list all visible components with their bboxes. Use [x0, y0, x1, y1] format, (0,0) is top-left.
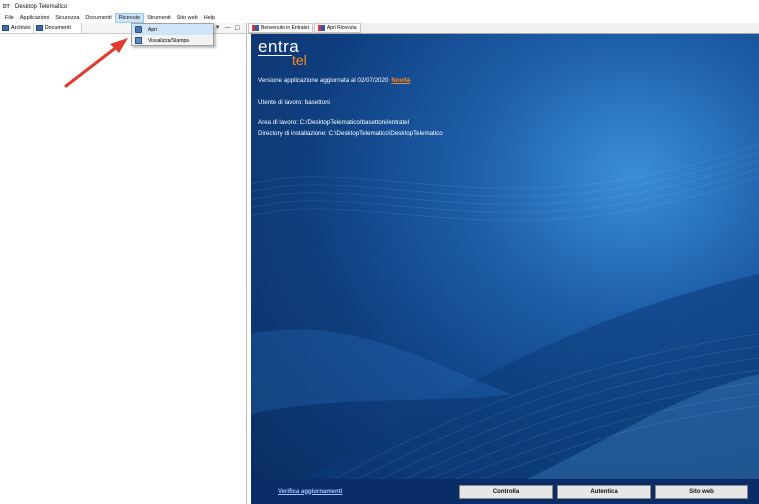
user-text: Utente di lavoro: basettoni [258, 99, 330, 106]
documents-icon [35, 25, 43, 31]
welcome-footer: Verifica aggiornamenti Controlla Autenti… [251, 479, 759, 504]
menu-bar: File Applicazioni Sicurezza Documenti Ri… [0, 13, 759, 23]
verifica-aggiornamenti-link[interactable]: Verifica aggiornamenti [278, 489, 458, 495]
tab-apri-ricevuta[interactable]: Apri Ricevuta [313, 23, 361, 33]
pane-controls: ▼ — ☐ [215, 25, 246, 32]
tab-documenti-label: Documenti [44, 25, 71, 31]
entratel-icon [252, 25, 259, 31]
window-title: Desktop Telematico [15, 3, 68, 10]
welcome-panel: entra tel Versione applicazione aggiorna… [251, 34, 759, 504]
install-dir-text: Directory di installazione: C:\DesktopTe… [258, 130, 443, 137]
menu-documenti[interactable]: Documenti [82, 13, 114, 23]
menu-sicurezza[interactable]: Sicurezza [52, 13, 82, 23]
area-text: Area di lavoro: C:/DesktopTelematico/bas… [258, 119, 409, 126]
version-line: Versione applicazione aggiornata al 02/0… [258, 77, 410, 84]
logo-line-2: tel [292, 52, 307, 68]
autentica-button[interactable]: Autentica [557, 484, 651, 499]
menu-item-apri[interactable]: Apri [132, 24, 213, 35]
menu-sito-web[interactable]: Sito web [174, 13, 201, 23]
print-icon [135, 37, 142, 44]
tab-documenti[interactable]: Documenti [33, 23, 82, 33]
menu-item-visualizza-stampa-label: Visualizza/Stampa [148, 37, 190, 44]
menu-strumenti[interactable]: Strumenti [144, 13, 174, 23]
open-icon [135, 26, 142, 33]
novita-link[interactable]: Novità [391, 77, 410, 84]
version-text: Versione applicazione aggiornata al 02/0… [258, 77, 389, 84]
logo-underline [258, 55, 292, 56]
pane-menu-icon[interactable]: ▼ [215, 25, 221, 31]
menu-ricevute[interactable]: Ricevute [114, 13, 145, 23]
menu-help[interactable]: Help [201, 13, 218, 23]
tab-benvenuto-label: Benvenuto in Entratel [261, 25, 309, 31]
menu-item-apri-label: Apri [148, 26, 157, 33]
archive-icon [2, 25, 9, 31]
menu-item-visualizza-stampa[interactable]: Visualizza/Stampa [132, 35, 213, 46]
tab-archivio[interactable]: Archivio [0, 23, 34, 33]
tab-benvenuto[interactable]: Benvenuto in Entratel [248, 23, 313, 33]
maximize-icon[interactable]: ☐ [235, 25, 240, 32]
right-pane: Benvenuto in Entratel Apri Ricevuta entr… [248, 23, 759, 504]
sito-web-button[interactable]: Sito web [655, 484, 748, 499]
menu-file[interactable]: File [2, 13, 17, 23]
minimize-icon[interactable]: — [225, 25, 231, 31]
tab-apri-ricevuta-label: Apri Ricevuta [326, 25, 357, 31]
tab-archivio-label: Archivio [11, 25, 31, 31]
controlla-button[interactable]: Controlla [459, 484, 553, 499]
left-pane: Archivio Documenti ▼ — ☐ [0, 23, 247, 504]
app-icon: DT [3, 3, 10, 10]
ricevute-dropdown: Apri Visualizza/Stampa [131, 23, 214, 46]
entratel-logo: entra tel [258, 38, 307, 68]
title-bar: DT Desktop Telematico [0, 0, 759, 13]
right-tab-bar: Benvenuto in Entratel Apri Ricevuta [248, 23, 759, 34]
menu-applicazioni[interactable]: Applicazioni [17, 13, 52, 23]
entratel-icon [317, 25, 325, 31]
